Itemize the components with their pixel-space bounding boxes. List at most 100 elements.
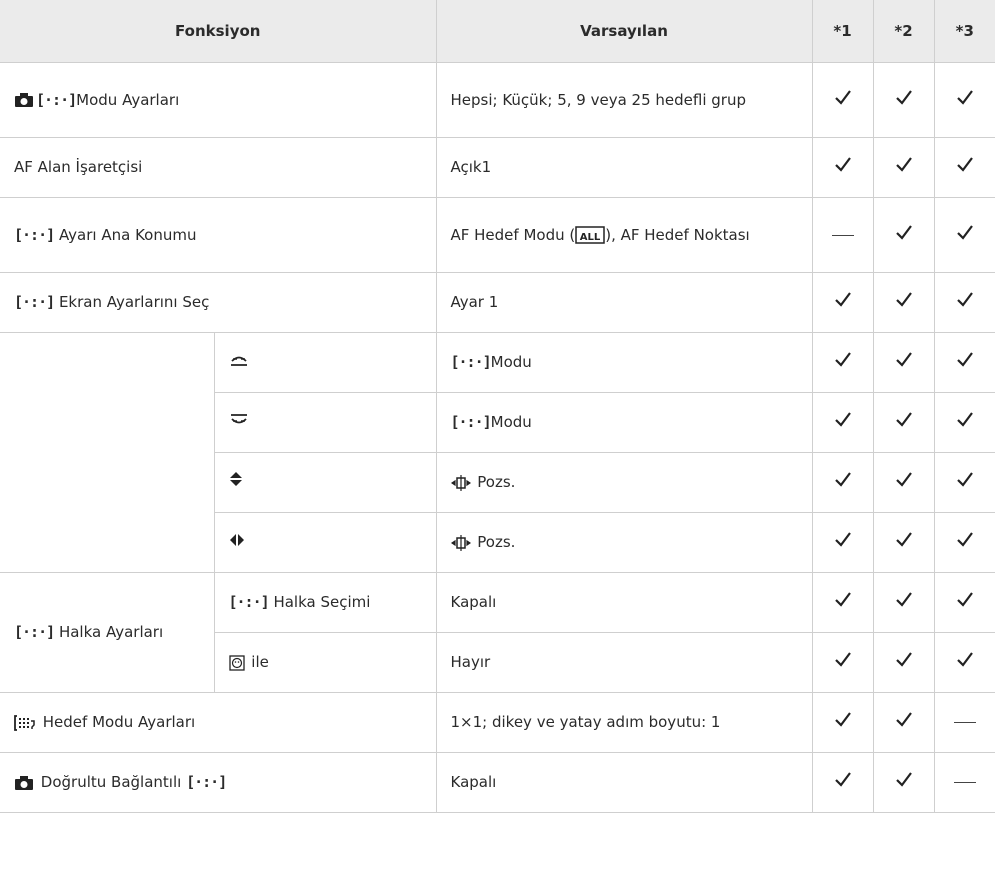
check-icon (956, 532, 973, 547)
mark-cell (872, 332, 934, 393)
mark-cell (811, 692, 873, 753)
check-icon (895, 292, 912, 307)
default-cell: Ayar 1 (435, 272, 812, 333)
af-target-icon: [·:·] (14, 623, 55, 641)
function-cell: [·:·] Halka Ayarları (0, 572, 214, 693)
dash-icon (953, 782, 976, 783)
check-icon (956, 292, 973, 307)
function-cell: [·:·] Ayarı Ana Konumu (0, 197, 436, 273)
check-icon (895, 412, 912, 427)
table-row: AF Alan İşaretçisi Açık1 (0, 137, 995, 198)
default-cell: Pozs. (435, 512, 812, 573)
default-cell: Kapalı (435, 752, 812, 813)
af-target-icon: [·:·] (450, 353, 492, 371)
table-row: [·:·] Ayarı Ana Konumu AF Hedef Modu (AL… (0, 197, 995, 273)
check-icon (895, 652, 912, 667)
mark-cell (811, 632, 873, 693)
check-icon (895, 472, 912, 487)
check-icon (895, 89, 912, 105)
face-detect-icon (228, 654, 245, 671)
af-target-icon: [·:·] (228, 593, 270, 611)
check-icon (956, 89, 973, 105)
check-icon (956, 224, 973, 240)
default-cell: Hayır (435, 632, 812, 693)
mark-cell (811, 572, 873, 633)
check-icon (895, 352, 912, 367)
check-icon (956, 472, 973, 487)
mark-cell (872, 692, 934, 753)
default-cell: AF Hedef Modu (ALL), AF Hedef Noktası (435, 197, 812, 273)
up-down-arrows-icon (229, 472, 242, 486)
check-icon (956, 592, 973, 607)
mark-cell (933, 572, 995, 633)
header-default: Varsayılan (435, 0, 812, 63)
check-icon (834, 592, 851, 607)
dash-icon (953, 722, 976, 723)
mark-cell (933, 752, 995, 813)
mark-cell (872, 197, 934, 273)
mark-cell (811, 392, 873, 453)
mark-cell (872, 452, 934, 513)
sub-function-cell (213, 452, 436, 513)
table-row: [·:·] Ekran Ayarlarını Seç Ayar 1 (0, 272, 995, 333)
table-row: [·:·] Halka Ayarları [·:·] Halka Seçimi … (0, 572, 995, 693)
mark-cell (933, 137, 995, 198)
left-right-arrows-icon (229, 534, 244, 546)
mark-cell (933, 512, 995, 573)
mark-cell (872, 137, 934, 198)
check-icon (956, 412, 973, 427)
table-row: [·:·]Modu (0, 332, 995, 573)
mark-cell (933, 692, 995, 753)
function-cell: AF Alan İşaretçisi (0, 137, 436, 198)
check-icon (895, 712, 912, 727)
front-dial-icon (230, 356, 247, 366)
check-icon (834, 472, 851, 487)
table-row: Hedef Modu Ayarları 1×1; dikey ve yatay … (0, 692, 995, 753)
check-icon (834, 412, 851, 427)
mark-cell (933, 62, 995, 138)
af-target-icon: [·:·] (450, 413, 492, 431)
mark-cell (933, 452, 995, 513)
check-icon (895, 224, 912, 240)
camera-icon (15, 93, 33, 107)
mark-cell (811, 137, 873, 198)
header-col-1: *1 (811, 0, 873, 63)
default-cell: Açık1 (435, 137, 812, 198)
mark-cell (872, 62, 934, 138)
default-cell: [·:·]Modu (435, 392, 812, 453)
function-cell: Doğrultu Bağlantılı [·:·] (0, 752, 436, 813)
check-icon (834, 352, 851, 367)
sub-function-cell (213, 392, 436, 453)
header-col-2: *2 (872, 0, 934, 63)
check-icon (834, 89, 851, 105)
mark-cell (872, 632, 934, 693)
default-cell: Hepsi; Küçük; 5, 9 veya 25 hedefli grup (435, 62, 812, 138)
af-target-icon: [·:·] (36, 90, 77, 109)
move-position-icon (450, 534, 471, 551)
check-icon (834, 157, 851, 172)
check-icon (956, 652, 973, 667)
function-cell: [·:·] Ekran Ayarlarını Seç (0, 272, 436, 333)
check-icon (834, 532, 851, 547)
mark-cell (872, 572, 934, 633)
check-icon (956, 157, 973, 172)
sub-function-cell (213, 512, 436, 573)
table-row: Doğrultu Bağlantılı [·:·] Kapalı (0, 752, 995, 813)
af-target-icon: [·:·] (14, 225, 55, 244)
mark-cell (811, 512, 873, 573)
check-icon (895, 157, 912, 172)
mark-cell (872, 752, 934, 813)
default-cell: Pozs. (435, 452, 812, 513)
mark-cell (811, 752, 873, 813)
check-icon (895, 772, 912, 787)
all-target-icon: ALL (575, 226, 605, 244)
svg-text:ALL: ALL (580, 232, 601, 243)
sub-function-cell (213, 332, 436, 393)
mark-cell (933, 272, 995, 333)
mark-cell (933, 632, 995, 693)
mark-cell (933, 392, 995, 453)
check-icon (834, 652, 851, 667)
dash-icon (831, 234, 854, 236)
camera-icon (15, 775, 33, 790)
mark-cell (933, 197, 995, 273)
